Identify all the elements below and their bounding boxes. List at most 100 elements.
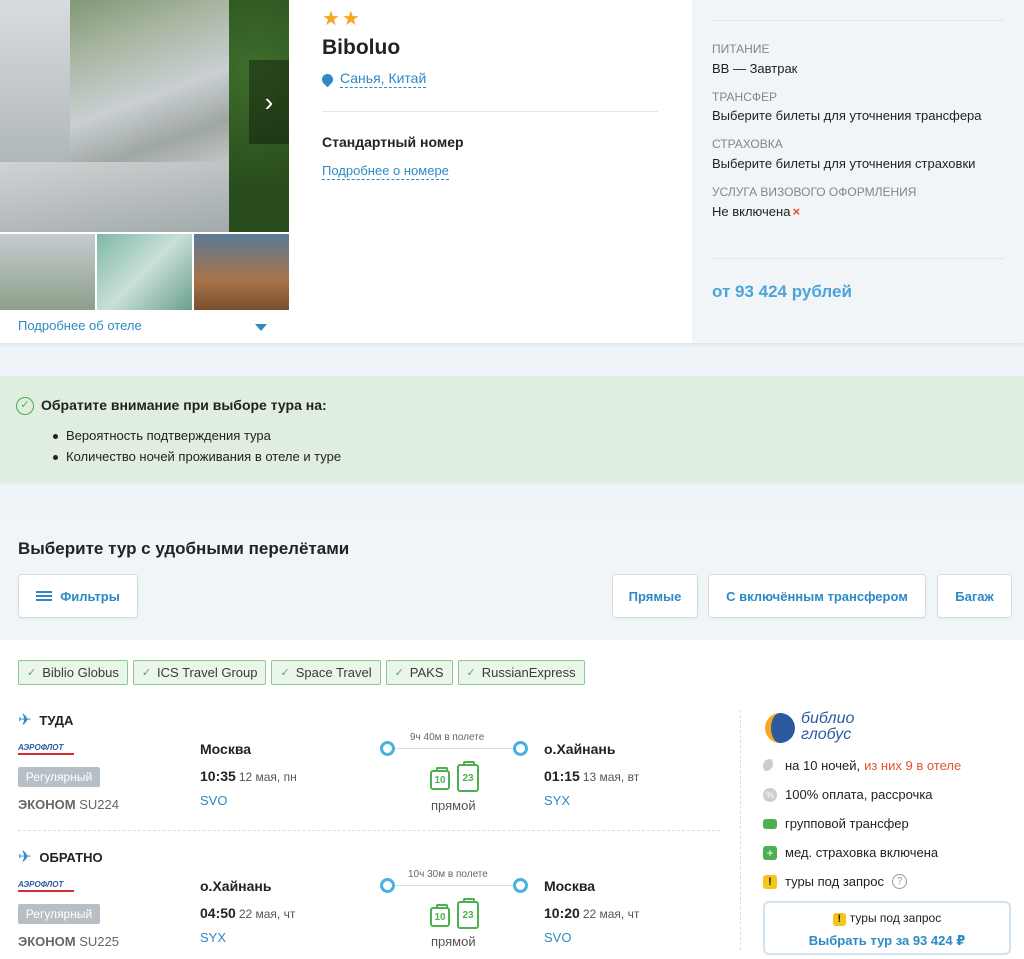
arrival-airport: SVO [544, 930, 572, 945]
hotel-card: › Подробнее об отеле ★★ Biboluo Санья, К… [0, 0, 1024, 343]
filters-label: Фильтры [60, 588, 120, 604]
next-photo-button[interactable]: › [249, 60, 289, 144]
thumbnail-2[interactable] [97, 234, 192, 310]
hotel-name: Biboluo [322, 36, 401, 59]
check-circle-icon: ✓ [16, 397, 34, 415]
tour-summary-panel: Питание BB — Завтрак Трансфер Выберите б… [692, 0, 1024, 343]
flight-line [395, 885, 520, 886]
operator-logo-text: библио глобус [801, 711, 854, 743]
flight-type-badge: Регулярный [18, 904, 100, 924]
check-icon: ✓ [280, 667, 290, 679]
moon-icon [763, 758, 777, 773]
operator-label: RussianExpress [481, 665, 576, 680]
hotel-main-photo[interactable] [0, 0, 289, 232]
insurance-info: + мед. страховка включена [763, 845, 938, 860]
insurance-label: Страховка [712, 137, 783, 151]
hotel-location-text[interactable]: Санья, Китай [340, 70, 427, 88]
divider [740, 710, 741, 950]
percent-icon: % [763, 787, 777, 802]
photo-thumbnails [0, 234, 289, 310]
tour-price: от 93 424 рублей [712, 282, 852, 301]
hand-luggage-icon: 10 [430, 767, 450, 790]
nights-hotel-text: из них 9 в отеле [864, 758, 962, 773]
filter-icon [36, 589, 53, 603]
direct-flight-label: прямой [431, 934, 476, 949]
notice-item: Количество ночей проживания в отеле и ту… [52, 449, 342, 464]
arrival-airport: SYX [544, 793, 571, 808]
medical-icon: + [763, 845, 777, 860]
divider [18, 830, 720, 831]
outbound-heading: ✈ ТУДА [18, 710, 73, 730]
operator-label: PAKS [409, 665, 444, 680]
transfer-text: групповой трансфер [785, 816, 909, 831]
request-text: туры под запрос [785, 874, 885, 889]
logo-line: глобус [801, 726, 852, 743]
departure-airport: SYX [200, 930, 227, 945]
check-icon: ✓ [394, 667, 404, 679]
notice-item: Вероятность подтверждения тура [52, 428, 341, 443]
operator-chip[interactable]: ✓ PAKS [385, 660, 453, 685]
hotel-details-link[interactable]: Подробнее об отеле [18, 318, 142, 333]
baggage-icon: 23 [457, 761, 479, 792]
operator-label: ICS Travel Group [157, 665, 258, 680]
departure-time: 10:35 12 мая, пн [200, 768, 297, 784]
arrival-time: 01:15 13 мая, вт [544, 768, 639, 784]
flight-class: ЭКОНОМ SU224 [18, 797, 119, 812]
date-value: 12 мая, пн [238, 770, 297, 784]
help-icon[interactable]: ? [892, 874, 908, 889]
thumbnail-3[interactable] [194, 234, 289, 310]
time-value: 10:35 [200, 768, 236, 784]
divider [322, 111, 658, 112]
time-value: 01:15 [544, 768, 580, 784]
hotel-stars: ★★ [322, 8, 362, 30]
flight-class: ЭКОНОМ SU225 [18, 934, 119, 949]
warning-icon: ! [832, 913, 846, 926]
date-value: 22 мая, чт [238, 907, 296, 921]
plane-icon: ✈ [18, 712, 32, 729]
operator-chip[interactable]: ✓ ICS Travel Group [132, 660, 267, 685]
direct-flight-label: прямой [431, 798, 476, 813]
class-name: ЭКОНОМ [18, 934, 76, 949]
thumbnail-1[interactable] [0, 234, 95, 310]
select-tour-label[interactable]: Выбрать тур за 93 424 ₽ [765, 933, 1009, 949]
flight-line [395, 748, 520, 749]
direct-filter-button[interactable]: Прямые [612, 574, 698, 618]
baggage-filter-button[interactable]: Багаж [937, 574, 1012, 618]
visa-value-row: Не включена × [712, 204, 800, 219]
select-tour-button[interactable]: ! туры под запрос Выбрать тур за 93 424 ₽ [763, 901, 1011, 955]
transfer-label: Трансфер [712, 90, 777, 104]
flight-number: SU225 [79, 934, 119, 949]
nights-text: на 10 ночей, [785, 758, 861, 773]
chevron-down-icon[interactable] [255, 324, 267, 331]
airline-logo: АЭРОФЛОТ [18, 743, 74, 755]
arrival-city: о.Хайнань [544, 741, 616, 757]
time-value: 04:50 [200, 905, 236, 921]
date-value: 22 мая, чт [582, 907, 640, 921]
operator-label: Biblio Globus [42, 665, 119, 680]
time-value: 10:20 [544, 905, 580, 921]
return-label: ОБРАТНО [39, 849, 103, 865]
room-details-link[interactable]: Подробнее о номере [322, 163, 449, 180]
operator-chip[interactable]: ✓ Space Travel [271, 660, 381, 685]
filters-button[interactable]: Фильтры [18, 574, 138, 618]
operator-chip[interactable]: ✓ RussianExpress [457, 660, 585, 685]
operator-chip[interactable]: ✓ Biblio Globus [18, 660, 128, 685]
logo-line: библио [801, 710, 855, 727]
cross-icon: × [792, 204, 801, 219]
transfer-filter-button[interactable]: С включённым трансфером [708, 574, 926, 618]
hand-luggage-icon: 10 [430, 904, 450, 927]
transfer-info: групповой трансфер [763, 816, 909, 831]
flights-header: Выберите тур с удобными перелётами Фильт… [0, 515, 1024, 640]
chevron-right-icon: › [264, 86, 274, 117]
visa-label: Услуга визового оформления [712, 185, 917, 199]
flight-type-badge: Регулярный [18, 767, 100, 787]
class-name: ЭКОНОМ [18, 797, 76, 812]
flight-duration: 10ч 30м в полете [404, 869, 492, 880]
departure-city: Москва [200, 741, 252, 757]
flight-number: SU224 [79, 797, 119, 812]
notice-title: Обратите внимание при выборе тура на: [41, 397, 327, 413]
hotel-location-link[interactable]: Санья, Китай [319, 70, 427, 88]
check-icon: ✓ [27, 667, 37, 679]
request-note: ! туры под запрос [765, 911, 1009, 926]
arrival-dot [513, 878, 528, 893]
